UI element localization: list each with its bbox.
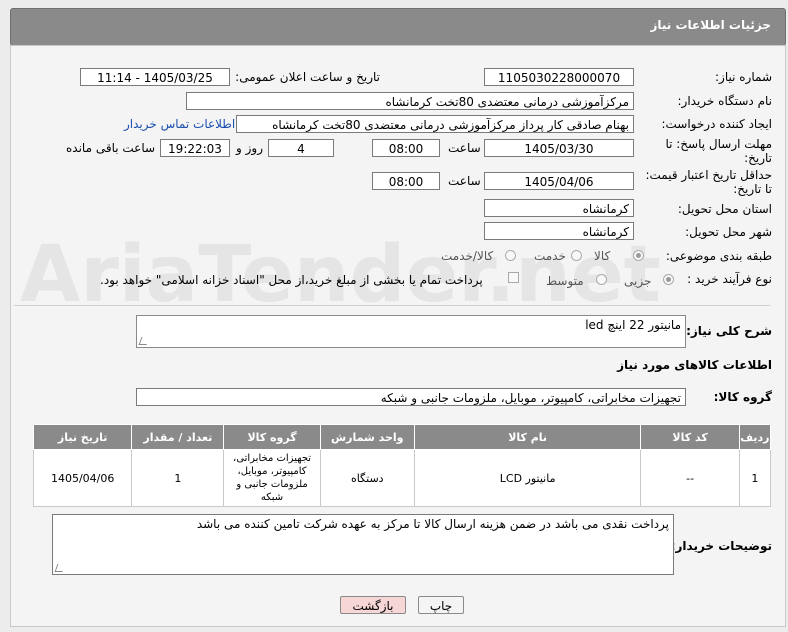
buyer-notes-label: توضیحات خریدار: [670,539,772,553]
treasury-payment-checkbox[interactable] [508,272,519,283]
validity-time-field[interactable]: 08:00 [372,172,440,190]
cell-date: 1405/04/06 [32,449,133,507]
page-header: جزئیات اطلاعات نیاز [10,8,786,46]
process-radio-medium[interactable] [596,274,607,285]
cell-row: 1 [738,449,772,507]
page-title: جزئیات اطلاعات نیاز [650,18,771,32]
validity-date-field[interactable]: 1405/04/06 [484,172,634,190]
goods-section-title: اطلاعات کالاهای مورد نیاز [617,358,772,372]
buyer-org-field[interactable]: مرکزآموزشی درمانی معتضدی 80تخت کرمانشاه [186,92,634,110]
process-option-medium: متوسط [546,274,584,288]
announce-field[interactable]: 1405/03/25 - 11:14 [80,68,230,86]
creator-label: ایجاد کننده درخواست: [661,117,772,131]
summary-label: شرح کلی نیاز: [686,324,772,338]
cell-unit: دستگاه [319,449,415,507]
divider [14,305,770,306]
city-label: شهر محل تحویل: [685,225,772,239]
category-option-goods-service: کالا/خدمت [441,249,494,263]
category-option-service: خدمت [534,249,566,263]
deadline-date-field[interactable]: 1405/03/30 [484,139,634,157]
need-number-field[interactable]: 1105030228000070 [484,68,634,86]
category-option-goods: کالا [594,249,611,263]
province-field[interactable]: کرمانشاه [484,199,634,217]
summary-textarea[interactable]: مانیتور 22 اینچ led [136,315,686,348]
need-number-label: شماره نیاز: [715,70,772,84]
print-button[interactable]: چاپ [418,596,464,614]
cell-group: تجهیزات مخابراتی، کامپیوتر، موبایل، ملزو… [223,449,321,507]
deadline-label-date: تاریخ: [744,151,772,165]
process-radio-minor[interactable] [663,274,674,285]
validity-time-label: ساعت [448,174,481,188]
validity-label-date: تا تاریخ: [733,182,772,196]
col-header-name: نام کالا [413,424,642,450]
goods-group-field[interactable]: تجهیزات مخابراتی، کامپیوتر، موبایل، ملزو… [136,388,686,406]
announce-label: تاریخ و ساعت اعلان عمومی: [235,70,380,84]
buyer-notes-textarea[interactable]: پرداخت نقدی می باشد در ضمن هزینه ارسال ک… [52,514,674,575]
cell-quantity: 1 [131,449,225,507]
col-header-code: کد کالا [640,424,740,450]
col-header-unit: واحد شمارش [319,424,415,450]
process-option-minor: جزیی [624,274,652,288]
table-row: 1 -- مانیتور LCD دستگاه تجهیزات مخابراتی… [32,449,772,507]
col-header-group: گروه کالا [223,424,321,450]
deadline-time-field[interactable]: 08:00 [372,139,440,157]
goods-group-label: گروه کالا: [713,390,772,404]
category-radio-goods-service[interactable] [505,250,516,261]
deadline-label: مهلت ارسال پاسخ: تا [665,137,772,151]
col-header-row: ردیف [738,424,772,450]
time-remaining-field[interactable]: 19:22:03 [160,139,230,157]
validity-label: حداقل تاریخ اعتبار قیمت: [645,168,772,182]
creator-field[interactable]: بهنام صادقی کار پرداز مرکزآموزشی درمانی … [236,115,634,133]
deadline-time-label: ساعت [448,141,481,155]
buyer-contact-link[interactable]: اطلاعات تماس خریدار [124,117,235,131]
back-button[interactable]: بازگشت [340,596,406,614]
time-remaining-label: ساعت باقی مانده [66,141,156,155]
cell-code: -- [640,449,740,507]
days-label: روز و [236,141,263,155]
buyer-org-label: نام دستگاه خریدار: [677,94,773,108]
days-remaining-field[interactable]: 4 [268,139,334,157]
category-radio-service[interactable] [571,250,582,261]
treasury-payment-note: پرداخت تمام یا بخشی از مبلغ خرید،از محل … [100,273,483,287]
col-header-date: تاریخ نیاز [32,424,133,450]
process-label: نوع فرآیند خرید : [687,272,772,286]
table-header-row: ردیف کد کالا نام کالا واحد شمارش گروه کا… [32,424,772,450]
goods-table: ردیف کد کالا نام کالا واحد شمارش گروه کا… [32,424,772,507]
city-field[interactable]: کرمانشاه [484,222,634,240]
province-label: استان محل تحویل: [677,202,772,216]
category-label: طبقه بندی موضوعی: [665,249,772,263]
cell-name: مانیتور LCD [413,449,642,507]
col-header-quantity: تعداد / مقدار [131,424,225,450]
category-radio-goods[interactable] [633,250,644,261]
